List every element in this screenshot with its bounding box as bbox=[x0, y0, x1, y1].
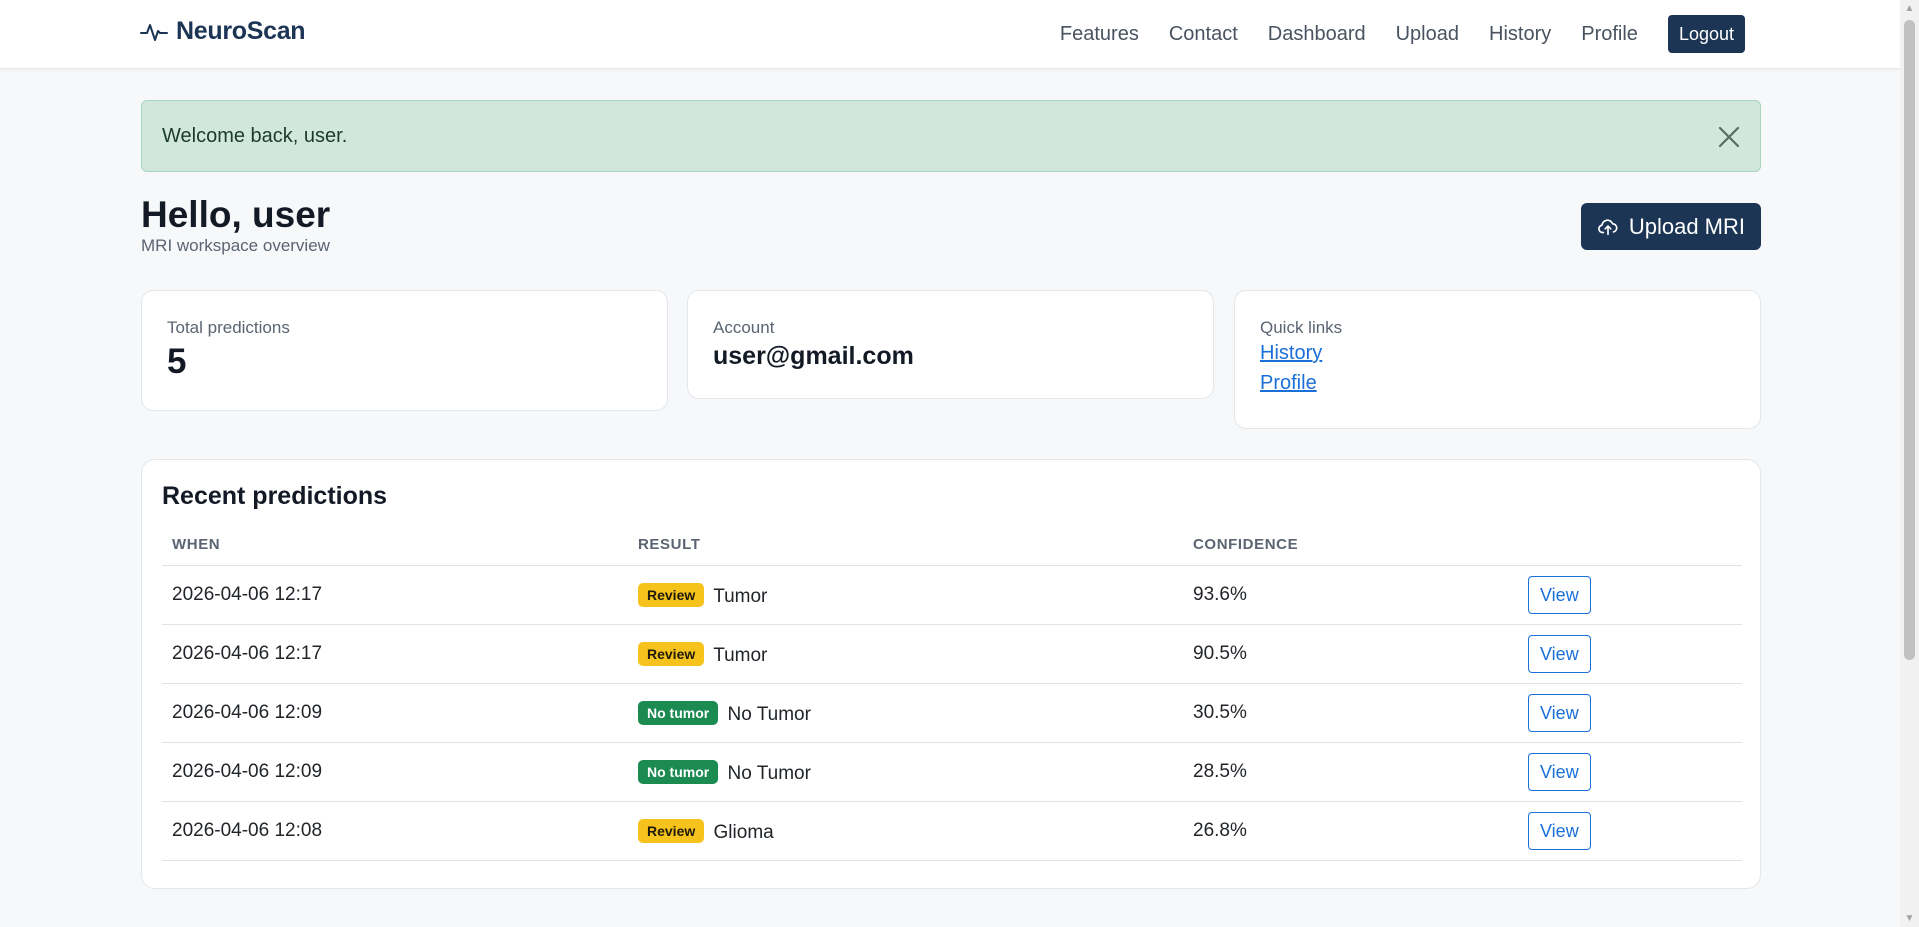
status-badge: No tumor bbox=[638, 759, 719, 784]
quick-links-label: Quick links bbox=[1260, 318, 1343, 337]
prediction-result-label: Tumor bbox=[713, 644, 768, 666]
prediction-when: 2026-04-06 12:08 bbox=[162, 801, 628, 861]
status-badge: Review bbox=[638, 582, 705, 607]
column-header-result: RESULT bbox=[628, 536, 1183, 566]
prediction-result-label: No Tumor bbox=[727, 703, 811, 725]
prediction-actions: View bbox=[1518, 683, 1742, 743]
status-badge: No tumor bbox=[638, 700, 719, 725]
view-prediction-button[interactable]: View bbox=[1528, 753, 1591, 791]
pulse-icon bbox=[140, 23, 168, 41]
stat-cards: Total predictions 5 Account user@gmail.c… bbox=[141, 290, 1761, 430]
prediction-result-label: Glioma bbox=[713, 821, 774, 843]
nav-link-upload[interactable]: Upload bbox=[1396, 15, 1459, 53]
prediction-confidence: 26.8% bbox=[1183, 801, 1518, 861]
column-header-confidence: CONFIDENCE bbox=[1183, 536, 1518, 566]
table-row: 2026-04-06 12:17 Review Tumor 93.6% View bbox=[162, 565, 1742, 625]
prediction-when: 2026-04-06 12:09 bbox=[162, 742, 628, 802]
table-row: 2026-04-06 12:09 No tumor No Tumor 30.5% Vi… bbox=[162, 683, 1742, 743]
quick-link-profile[interactable]: Profile bbox=[1260, 368, 1735, 398]
total-predictions-value: 5 bbox=[167, 342, 187, 381]
prediction-confidence: 30.5% bbox=[1183, 683, 1518, 743]
nav-link-contact[interactable]: Contact bbox=[1169, 15, 1238, 53]
upload-mri-button[interactable]: Upload MRI bbox=[1580, 203, 1761, 250]
view-prediction-button[interactable]: View bbox=[1528, 635, 1591, 673]
nav-links: Features Contact Dashboard Upload Histor… bbox=[1030, 15, 1745, 53]
page-subtitle: MRI workspace overview bbox=[141, 236, 330, 255]
scroll-up-arrow-icon[interactable]: ▲ bbox=[1900, 0, 1919, 17]
account-label: Account bbox=[713, 318, 775, 337]
prediction-when: 2026-04-06 12:17 bbox=[162, 624, 628, 684]
prediction-confidence: 93.6% bbox=[1183, 565, 1518, 625]
table-row: 2026-04-06 12:17 Review Tumor 90.5% View bbox=[162, 624, 1742, 684]
prediction-result: Review Glioma bbox=[628, 801, 1183, 861]
table-row: 2026-04-06 12:08 Review Glioma 26.8% View bbox=[162, 801, 1742, 861]
total-predictions-card: Total predictions 5 bbox=[141, 290, 668, 411]
status-badge: Review bbox=[638, 818, 705, 843]
alert-message: Welcome back, user. bbox=[162, 124, 348, 147]
prediction-result: Review Tumor bbox=[628, 565, 1183, 625]
page-header: Hello, user Upload MRI bbox=[141, 172, 1761, 290]
upload-mri-label: Upload MRI bbox=[1628, 213, 1745, 239]
view-prediction-button[interactable]: View bbox=[1528, 812, 1591, 850]
total-predictions-label: Total predictions bbox=[167, 318, 290, 337]
close-icon[interactable] bbox=[1716, 124, 1742, 150]
prediction-result: No tumor No Tumor bbox=[628, 683, 1183, 743]
column-header-actions bbox=[1518, 536, 1742, 566]
prediction-result: Review Tumor bbox=[628, 624, 1183, 684]
column-header-when: WHEN bbox=[162, 536, 628, 566]
nav-link-history[interactable]: History bbox=[1489, 15, 1551, 53]
prediction-result-label: No Tumor bbox=[727, 762, 811, 784]
prediction-actions: View bbox=[1518, 801, 1742, 861]
table-row: 2026-04-06 12:09 No tumor No Tumor 28.5% Vi… bbox=[162, 742, 1742, 802]
predictions-table-body: 2026-04-06 12:17 Review Tumor 93.6% View 202… bbox=[162, 565, 1742, 861]
recent-predictions-title: Recent predictions bbox=[162, 482, 388, 510]
view-prediction-button[interactable]: View bbox=[1528, 694, 1591, 732]
status-badge: Review bbox=[638, 641, 705, 666]
quick-links-card: Quick links History Profile bbox=[1234, 290, 1761, 429]
recent-predictions-card: Recent predictions WHEN RESULT CONFIDENC… bbox=[141, 459, 1761, 889]
cloud-upload-icon bbox=[1597, 218, 1618, 235]
prediction-result-label: Tumor bbox=[713, 585, 768, 607]
prediction-actions: View bbox=[1518, 624, 1742, 684]
nav-link-profile[interactable]: Profile bbox=[1581, 15, 1638, 53]
prediction-when: 2026-04-06 12:09 bbox=[162, 683, 628, 743]
brand-link[interactable]: NeuroScan bbox=[140, 17, 306, 46]
welcome-alert: Welcome back, user. bbox=[141, 100, 1761, 172]
prediction-actions: View bbox=[1518, 742, 1742, 802]
prediction-actions: View bbox=[1518, 565, 1742, 625]
prediction-when: 2026-04-06 12:17 bbox=[162, 565, 628, 625]
prediction-confidence: 90.5% bbox=[1183, 624, 1518, 684]
prediction-confidence: 28.5% bbox=[1183, 742, 1518, 802]
nav-link-dashboard[interactable]: Dashboard bbox=[1268, 15, 1366, 53]
page-title: Hello, user bbox=[141, 194, 331, 235]
top-navbar: NeuroScan Features Contact Dashboard Upl… bbox=[0, 0, 1900, 69]
page-scrollbar[interactable]: ▲ ▼ bbox=[1900, 0, 1919, 927]
quick-link-history[interactable]: History bbox=[1260, 338, 1735, 368]
main-content: Welcome back, user. Hello, user Upload M… bbox=[141, 100, 1761, 889]
table-header-row: WHEN RESULT CONFIDENCE bbox=[162, 536, 1742, 566]
predictions-table: WHEN RESULT CONFIDENCE 2026-04-06 12:17 R… bbox=[162, 536, 1742, 861]
account-card: Account user@gmail.com bbox=[687, 290, 1214, 399]
nav-link-features[interactable]: Features bbox=[1060, 15, 1139, 53]
brand-name: NeuroScan bbox=[176, 17, 306, 45]
logout-button[interactable]: Logout bbox=[1667, 15, 1745, 53]
view-prediction-button[interactable]: View bbox=[1528, 576, 1591, 614]
scroll-down-arrow-icon[interactable]: ▼ bbox=[1900, 910, 1919, 927]
prediction-result: No tumor No Tumor bbox=[628, 742, 1183, 802]
account-email: user@gmail.com bbox=[713, 342, 914, 370]
scrollbar-thumb[interactable] bbox=[1904, 20, 1915, 660]
